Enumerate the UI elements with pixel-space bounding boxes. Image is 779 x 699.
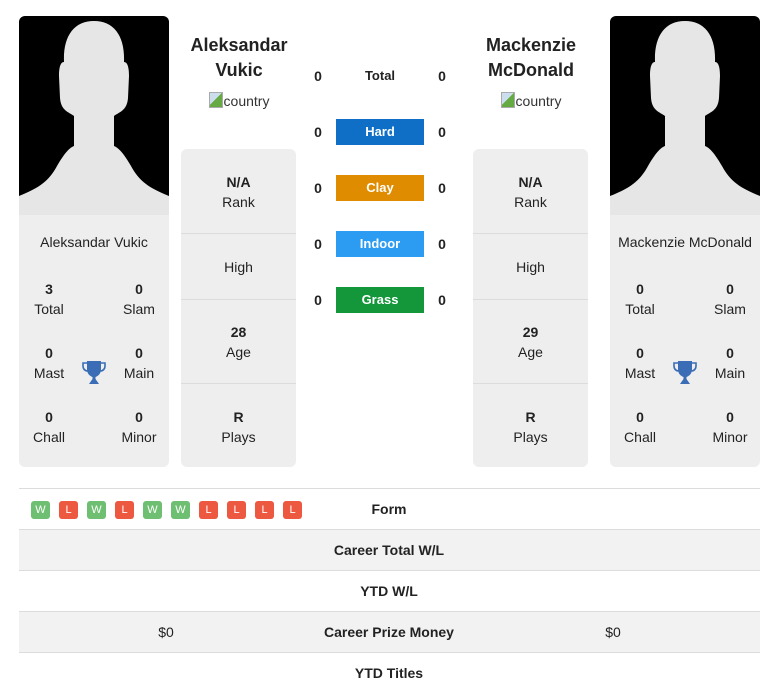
- info-rank: N/A Rank: [222, 174, 255, 210]
- h2h-left-value: 0: [314, 180, 322, 196]
- h2h-row-grass: 0 Grass 0: [300, 287, 460, 313]
- titles-chall: 0 Chall: [624, 409, 656, 445]
- table-row: Career Total W/L: [19, 529, 760, 570]
- surface-label-clay: Clay: [336, 175, 424, 201]
- h2h-right-value: 0: [438, 68, 446, 84]
- row-label: YTD W/L: [360, 583, 418, 599]
- form-label: Form: [371, 501, 407, 517]
- avatar-silhouette-icon: [19, 21, 169, 215]
- titles-mast: 0 Mast: [624, 345, 656, 381]
- h2h-row-clay: 0 Clay 0: [300, 175, 460, 201]
- form-badge-loss: L: [255, 501, 274, 519]
- titles-mast: 0 Mast: [33, 345, 65, 381]
- h2h-left-value: 0: [314, 236, 322, 252]
- form-badge-loss: L: [59, 501, 78, 519]
- form-badges: WLWLWWLLLL: [31, 501, 302, 519]
- h2h-row-hard: 0 Hard 0: [300, 119, 460, 145]
- player-header-name-right[interactable]: Mackenzie McDonald: [461, 33, 601, 83]
- right-value: $0: [605, 624, 621, 640]
- h2h-left-value: 0: [314, 292, 322, 308]
- surface-label-total: Total: [364, 68, 396, 83]
- form-badge-win: W: [143, 501, 162, 519]
- player-photo-left: [19, 16, 169, 215]
- table-row: YTD Titles: [19, 652, 760, 693]
- surface-label-grass: Grass: [336, 287, 424, 313]
- player-card-right: Mackenzie McDonald 0 Total 0 Slam 0 Mast 0M…: [610, 16, 760, 467]
- table-row: YTD W/L: [19, 570, 760, 611]
- row-label: Career Prize Money: [324, 624, 454, 640]
- info-card-left: N/A Rank High 28 Age R Plays: [181, 149, 296, 467]
- form-badge-win: W: [87, 501, 106, 519]
- titles-chall: 0 Chall: [33, 409, 65, 445]
- player-card-left: Aleksandar Vukic 3 Total 0 Slam 0 Mast 0 Mai…: [19, 16, 169, 467]
- titles-minor: 0 Minor: [121, 409, 157, 445]
- titles-total: 0 Total: [625, 281, 655, 317]
- broken-image-icon: [500, 92, 515, 108]
- table-row: $0 Career Prize Money $0: [19, 611, 760, 652]
- form-badge-win: W: [171, 501, 190, 519]
- h2h-right-value: 0: [438, 236, 446, 252]
- titles-grid-left: 3 Total 0 Slam 0 Mast 0 Main 0 Chall 0 Minor: [19, 254, 169, 454]
- left-value: $0: [158, 624, 174, 640]
- divider: [181, 233, 296, 234]
- surface-label-indoor: Indoor: [336, 231, 424, 257]
- info-high: High: [224, 259, 253, 275]
- titles-grid-right: 0 Total 0 Slam 0 Mast 0 Main 0 Chall 0 Minor: [610, 254, 760, 454]
- h2h-right-value: 0: [438, 180, 446, 196]
- h2h-row-indoor: 0 Indoor 0: [300, 231, 460, 257]
- surface-label-hard: Hard: [336, 119, 424, 145]
- titles-total: 3 Total: [34, 281, 64, 317]
- country-flag-left: country: [169, 92, 309, 109]
- divider: [473, 299, 588, 300]
- info-rank: N/A Rank: [514, 174, 547, 210]
- titles-main: 0 Main: [714, 345, 746, 381]
- titles-slam: 0 Slam: [123, 281, 155, 317]
- row-label: YTD Titles: [354, 665, 424, 681]
- country-flag-right: country: [461, 92, 601, 109]
- comparison-table: WLWLWWLLLL Form Career Total W/L YTD W/L…: [19, 488, 760, 693]
- form-badge-win: W: [31, 501, 50, 519]
- divider: [473, 233, 588, 234]
- info-age: 29 Age: [518, 324, 543, 360]
- form-badge-loss: L: [115, 501, 134, 519]
- broken-image-icon: [208, 92, 223, 108]
- player-name-right: Mackenzie McDonald: [618, 234, 752, 250]
- row-label: Career Total W/L: [333, 542, 445, 558]
- divider: [473, 383, 588, 384]
- trophy-icon: [673, 361, 697, 384]
- h2h-right-value: 0: [438, 292, 446, 308]
- info-card-right: N/A Rank High 29 Age R Plays: [473, 149, 588, 467]
- player-name-left: Aleksandar Vukic: [40, 234, 148, 250]
- player-header-name-left[interactable]: Aleksandar Vukic: [169, 33, 309, 83]
- info-high: High: [516, 259, 545, 275]
- h2h-right-value: 0: [438, 124, 446, 140]
- h2h-left-value: 0: [314, 68, 322, 84]
- form-badge-loss: L: [199, 501, 218, 519]
- info-age: 28 Age: [226, 324, 251, 360]
- form-row: WLWLWWLLLL Form: [19, 488, 760, 529]
- info-plays: R Plays: [513, 409, 548, 445]
- player-photo-right: [610, 16, 760, 215]
- avatar-silhouette-icon: [610, 21, 760, 215]
- titles-main: 0 Main: [123, 345, 155, 381]
- titles-slam: 0 Slam: [714, 281, 746, 317]
- trophy-icon: [82, 361, 106, 384]
- divider: [181, 299, 296, 300]
- h2h-row-total: 0 Total 0: [300, 63, 460, 89]
- titles-minor: 0 Minor: [712, 409, 748, 445]
- h2h-left-value: 0: [314, 124, 322, 140]
- form-badge-loss: L: [227, 501, 246, 519]
- divider: [181, 383, 296, 384]
- info-plays: R Plays: [221, 409, 256, 445]
